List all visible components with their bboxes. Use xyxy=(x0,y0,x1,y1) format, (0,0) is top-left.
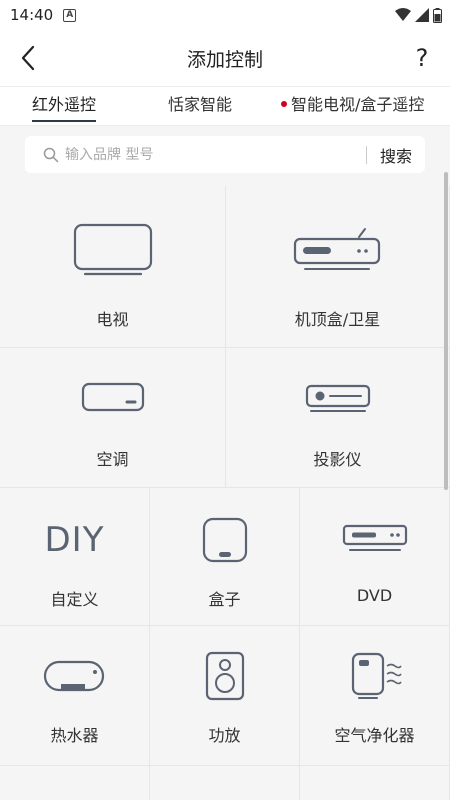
device-label: 空调 xyxy=(96,450,129,469)
device-label: 电视 xyxy=(96,310,129,329)
battery-icon xyxy=(433,7,442,23)
device-dvd[interactable]: DVD xyxy=(300,488,450,626)
tab-tianjia-smart[interactable]: 恬家智能 xyxy=(168,87,232,126)
tab-label: 恬家智能 xyxy=(168,95,233,114)
search-icon xyxy=(43,147,59,162)
chevron-left-icon xyxy=(21,45,35,71)
wifi-icon xyxy=(395,8,411,21)
device-cell-partial[interactable] xyxy=(300,766,450,800)
help-button[interactable]: ? xyxy=(406,42,438,74)
tab-smart-tv-box-remote[interactable]: 智能电视/盒子遥控 xyxy=(281,87,424,126)
tv-icon xyxy=(73,223,152,276)
device-grid: 电视 机顶盒/卫星 空调 投影仪 DIY 自定义 盒子 DVD 热水器 功放 空… xyxy=(0,186,450,800)
page-title: 添加控制 xyxy=(186,48,263,71)
device-air-purifier[interactable]: 空气净化器 xyxy=(300,626,450,766)
search-input[interactable] xyxy=(65,146,366,163)
device-label: DVD xyxy=(356,586,393,605)
air-purifier-icon xyxy=(351,652,402,699)
tab-infrared-remote[interactable]: 红外遥控 xyxy=(32,87,97,126)
diy-icon: DIY xyxy=(44,520,105,560)
device-label: 空气净化器 xyxy=(334,726,415,745)
header: 添加控制 ? xyxy=(0,30,450,86)
back-button[interactable] xyxy=(12,42,44,74)
device-label: 机顶盒/卫星 xyxy=(294,310,381,329)
tab-label: 智能电视/盒子遥控 xyxy=(291,95,425,114)
air-conditioner-icon xyxy=(81,382,144,412)
dvd-icon xyxy=(342,524,407,551)
device-label: 投影仪 xyxy=(313,450,362,469)
tab-label: 红外遥控 xyxy=(32,95,97,114)
status-time: 14:40 xyxy=(10,6,54,24)
new-dot-badge xyxy=(281,100,287,107)
device-set-top-box[interactable]: 机顶盒/卫星 xyxy=(226,186,450,348)
speaker-icon xyxy=(205,651,244,701)
status-icons xyxy=(395,7,442,23)
device-label: 热水器 xyxy=(50,726,99,745)
device-air-conditioner[interactable]: 空调 xyxy=(0,348,226,488)
device-label: 盒子 xyxy=(208,590,241,609)
device-water-heater[interactable]: 热水器 xyxy=(0,626,150,766)
search-button[interactable]: 搜索 xyxy=(367,143,425,167)
device-label: 功放 xyxy=(208,726,241,745)
device-tv[interactable]: 电视 xyxy=(0,186,226,348)
device-cell-partial[interactable] xyxy=(150,766,300,800)
notification-icon: A xyxy=(63,8,77,22)
device-box[interactable]: 盒子 xyxy=(150,488,300,626)
box-icon xyxy=(202,517,247,563)
search-bar: 搜索 xyxy=(25,136,425,173)
signal-icon xyxy=(415,8,429,22)
water-heater-icon xyxy=(43,660,104,692)
set-top-box-icon xyxy=(293,228,380,270)
device-cell-partial[interactable] xyxy=(0,766,150,800)
status-bar: 14:40 A xyxy=(0,0,450,30)
tab-bar: 红外遥控 恬家智能 智能电视/盒子遥控 xyxy=(0,86,450,126)
projector-icon xyxy=(305,384,370,412)
device-label: 自定义 xyxy=(50,590,99,609)
scrollbar[interactable] xyxy=(444,172,448,490)
device-diy[interactable]: DIY 自定义 xyxy=(0,488,150,626)
device-projector[interactable]: 投影仪 xyxy=(226,348,450,488)
device-amplifier[interactable]: 功放 xyxy=(150,626,300,766)
